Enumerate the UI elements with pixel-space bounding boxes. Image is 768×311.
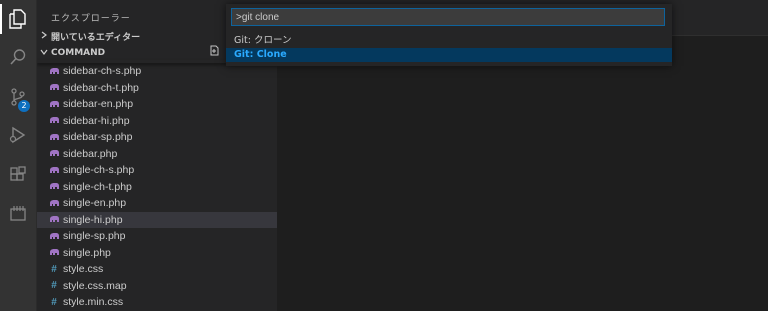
php-elephant-icon	[47, 67, 61, 76]
file-row[interactable]: sidebar-en.php	[37, 96, 277, 113]
file-row[interactable]: single-hi.php	[37, 211, 277, 228]
activity-bar: 2	[0, 0, 37, 311]
file-row[interactable]: sidebar.php	[37, 146, 277, 163]
php-elephant-icon	[47, 199, 61, 208]
palette-item-label: クローン	[253, 35, 292, 46]
php-elephant-icon	[47, 116, 61, 125]
file-tree: sidebar-ch-s.php sidebar-ch-t.php sidebar-…	[37, 55, 277, 311]
file-name: sidebar.php	[63, 147, 118, 160]
file-row[interactable]: single-sp.php	[37, 228, 277, 245]
css-hash-icon: #	[51, 296, 57, 308]
file-name: single.php	[63, 246, 111, 259]
palette-item-clone[interactable]: Git: Clone	[226, 48, 672, 62]
chevron-right-icon	[37, 31, 51, 42]
file-name: single-en.php	[63, 197, 127, 210]
file-row[interactable]: # style.css	[37, 261, 277, 278]
file-row[interactable]: # style.css.map	[37, 278, 277, 295]
files-icon[interactable]	[0, 2, 36, 36]
php-elephant-icon	[47, 182, 61, 191]
command-palette-input[interactable]	[231, 8, 665, 26]
palette-item-label: Clone	[256, 49, 287, 60]
extensions-icon[interactable]	[0, 158, 36, 192]
source-control-icon[interactable]: 2	[0, 80, 36, 114]
file-row[interactable]: single-ch-t.php	[37, 179, 277, 196]
php-elephant-icon	[47, 133, 61, 142]
php-elephant-icon	[47, 83, 61, 92]
source-control-badge: 2	[18, 100, 30, 112]
command-palette: Git: クローン Git: Clone	[226, 4, 672, 66]
open-editors-label: 開いているエディター	[51, 32, 141, 43]
sidebar-title: エクスプローラー	[51, 14, 131, 24]
file-name: style.css	[63, 263, 104, 276]
file-name: sidebar-sp.php	[63, 131, 133, 144]
file-name: style.min.css	[63, 296, 124, 309]
palette-item-prefix: Git:	[234, 49, 257, 60]
php-elephant-icon	[47, 248, 61, 257]
file-name: single-ch-s.php	[63, 164, 135, 177]
file-row[interactable]: sidebar-ch-t.php	[37, 80, 277, 97]
php-elephant-icon	[47, 232, 61, 241]
file-name: style.css.map	[63, 279, 127, 292]
file-name: single-sp.php	[63, 230, 126, 243]
file-row[interactable]: single-ch-s.php	[37, 162, 277, 179]
css-hash-icon: #	[51, 263, 57, 275]
php-elephant-icon	[47, 100, 61, 109]
file-row[interactable]: sidebar-sp.php	[37, 129, 277, 146]
php-elephant-icon	[47, 215, 61, 224]
run-debug-icon[interactable]	[0, 118, 36, 152]
file-name: sidebar-ch-s.php	[63, 65, 142, 78]
file-name: single-hi.php	[63, 213, 123, 226]
file-row[interactable]: single-en.php	[37, 195, 277, 212]
search-icon[interactable]	[0, 40, 36, 74]
palette-item-clone-ja[interactable]: Git: クローン	[226, 34, 672, 48]
file-name: single-ch-t.php	[63, 180, 132, 193]
file-row[interactable]: sidebar-hi.php	[37, 113, 277, 130]
file-row[interactable]: # style.min.css	[37, 294, 277, 311]
file-name: sidebar-ch-t.php	[63, 81, 139, 94]
file-name: sidebar-hi.php	[63, 114, 130, 127]
php-elephant-icon	[47, 149, 61, 158]
palette-item-prefix: Git:	[234, 35, 254, 46]
php-elephant-icon	[47, 166, 61, 175]
remote-icon[interactable]	[0, 196, 36, 230]
file-name: sidebar-en.php	[63, 98, 134, 111]
file-row[interactable]: single.php	[37, 245, 277, 262]
css-hash-icon: #	[51, 280, 57, 292]
